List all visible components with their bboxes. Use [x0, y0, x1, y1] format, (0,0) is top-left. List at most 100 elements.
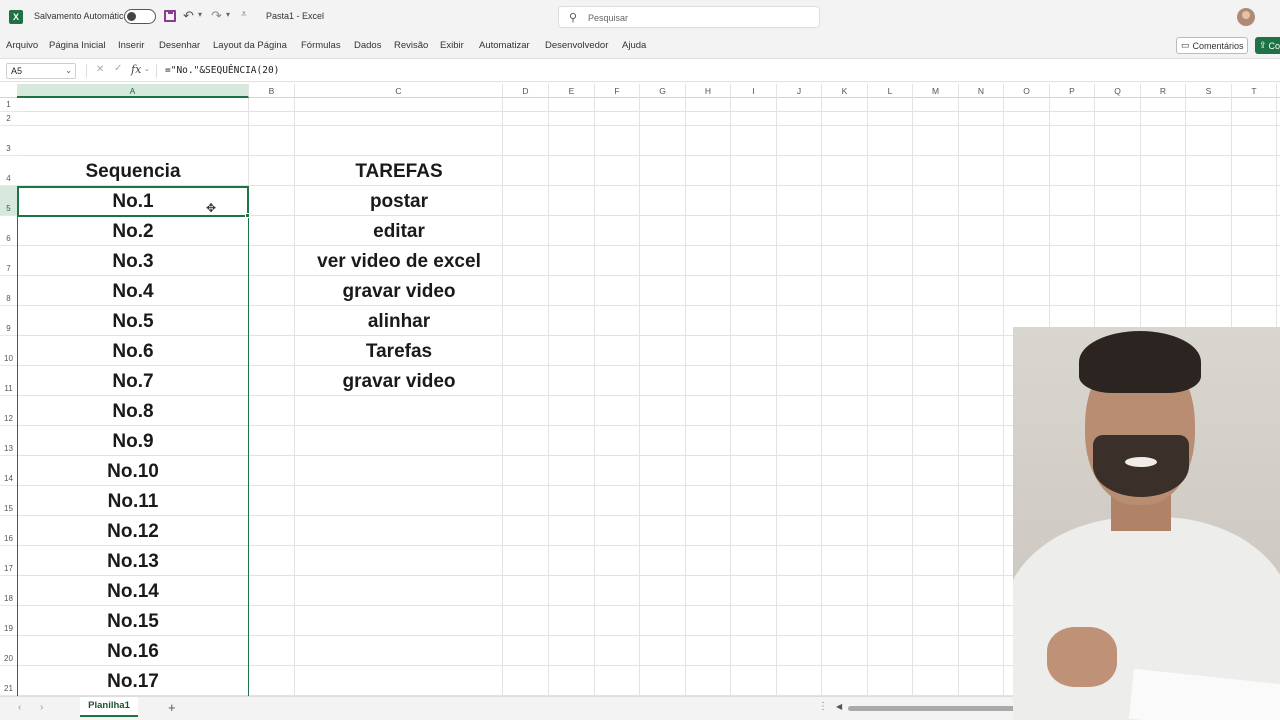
row-header-3[interactable]: 3	[0, 126, 17, 156]
tab-revisao[interactable]: Revisão	[394, 40, 428, 51]
selection-range	[17, 186, 249, 696]
cell-c5[interactable]: postar	[295, 191, 503, 215]
comments-button[interactable]: ▭ Comentários	[1176, 37, 1248, 54]
row-header-5[interactable]: 5	[0, 186, 17, 216]
customize-quick-access-icon[interactable]: ⩡	[241, 9, 247, 20]
column-header-p[interactable]: P	[1050, 84, 1095, 98]
column-header-g[interactable]: G	[640, 84, 686, 98]
name-box[interactable]: A5 ⌄	[6, 63, 76, 79]
column-header-f[interactable]: F	[595, 84, 640, 98]
column-header-s[interactable]: S	[1186, 84, 1232, 98]
column-header-d[interactable]: D	[503, 84, 549, 98]
row-header-14[interactable]: 14	[0, 456, 17, 486]
redo-dropdown-icon[interactable]: ▾	[226, 10, 230, 19]
fill-handle[interactable]	[245, 213, 250, 218]
sheet-tab-planilha1[interactable]: Planilha1	[80, 697, 138, 717]
add-sheet-icon[interactable]: +	[168, 700, 176, 715]
ribbon-tabs: Arquivo Página Inicial Inserir Desenhar …	[0, 34, 1280, 58]
column-header-o[interactable]: O	[1004, 84, 1050, 98]
gridline-vertical	[730, 98, 731, 696]
more-options-icon[interactable]: ⋮	[818, 701, 828, 712]
autosave-toggle[interactable]	[124, 9, 156, 24]
chevron-right-icon[interactable]: ›	[40, 702, 43, 713]
horizontal-scrollbar[interactable]	[848, 706, 1018, 711]
row-header-8[interactable]: 8	[0, 276, 17, 306]
search-box[interactable]: ⚲ Pesquisar	[558, 6, 820, 28]
row-header-10[interactable]: 10	[0, 336, 17, 366]
row-header-11[interactable]: 11	[0, 366, 17, 396]
tab-desenvolvedor[interactable]: Desenvolvedor	[545, 40, 608, 51]
column-header-e[interactable]: E	[549, 84, 595, 98]
tab-desenhar[interactable]: Desenhar	[159, 40, 200, 51]
scroll-left-icon[interactable]: ◀	[836, 702, 842, 711]
row-header-12[interactable]: 12	[0, 396, 17, 426]
tab-exibir[interactable]: Exibir	[440, 40, 464, 51]
tab-automatizar[interactable]: Automatizar	[479, 40, 530, 51]
gridline-vertical	[821, 98, 822, 696]
cell-c6[interactable]: editar	[295, 221, 503, 245]
cell-c8[interactable]: gravar video	[295, 281, 503, 305]
column-header-r[interactable]: R	[1141, 84, 1186, 98]
formula-input[interactable]: ="No."&SEQUÊNCIA(20)	[165, 65, 279, 76]
row-header-1[interactable]: 1	[0, 98, 17, 112]
tab-dados[interactable]: Dados	[354, 40, 381, 51]
name-box-value: A5	[11, 66, 23, 76]
row-header-18[interactable]: 18	[0, 576, 17, 606]
column-header-h[interactable]: H	[686, 84, 731, 98]
row-header-7[interactable]: 7	[0, 246, 17, 276]
row-header-15[interactable]: 15	[0, 486, 17, 516]
row-header-2[interactable]: 2	[0, 112, 17, 126]
cancel-icon[interactable]: ✕	[96, 64, 104, 75]
move-cursor-icon: ✥	[206, 201, 217, 215]
tab-arquivo[interactable]: Arquivo	[6, 40, 38, 51]
cell-c4[interactable]: TAREFAS	[295, 161, 503, 185]
row-header-19[interactable]: 19	[0, 606, 17, 636]
column-header-j[interactable]: J	[777, 84, 822, 98]
insert-function-icon[interactable]: fx	[131, 63, 141, 76]
tab-inserir[interactable]: Inserir	[118, 40, 144, 51]
cell-c10[interactable]: Tarefas	[295, 341, 503, 365]
row-header-21[interactable]: 21	[0, 666, 17, 696]
row-header-17[interactable]: 17	[0, 546, 17, 576]
cell-a4[interactable]: Sequencia	[17, 161, 249, 185]
column-header-b[interactable]: B	[249, 84, 295, 98]
cell-c11[interactable]: gravar video	[295, 371, 503, 395]
column-header-c[interactable]: C	[295, 84, 503, 98]
share-button[interactable]: ⇪ Co	[1255, 37, 1280, 54]
cell-c9[interactable]: alinhar	[295, 311, 503, 335]
cell-c7[interactable]: ver video de excel	[295, 251, 503, 275]
column-header-i[interactable]: I	[731, 84, 777, 98]
gridline-vertical	[685, 98, 686, 696]
formula-bar: A5 ⌄ ✕ ✓ fx ⌄ ="No."&SEQUÊNCIA(20)	[0, 58, 1280, 82]
row-number: 7	[6, 264, 11, 273]
column-header-t[interactable]: T	[1232, 84, 1277, 98]
redo-icon[interactable]: ↷	[211, 8, 222, 24]
row-number: 9	[6, 324, 11, 333]
tab-pagina-inicial[interactable]: Página Inicial	[49, 40, 106, 51]
row-header-9[interactable]: 9	[0, 306, 17, 336]
column-header-a[interactable]: A	[17, 84, 249, 98]
undo-icon[interactable]: ↶	[183, 8, 194, 24]
autosave-label: Salvamento Automático	[34, 11, 129, 21]
row-header-6[interactable]: 6	[0, 216, 17, 246]
column-header-m[interactable]: M	[913, 84, 959, 98]
tab-layout-da-pagina[interactable]: Layout da Página	[213, 40, 287, 51]
column-header-l[interactable]: L	[868, 84, 913, 98]
column-header-q[interactable]: Q	[1095, 84, 1141, 98]
row-header-13[interactable]: 13	[0, 426, 17, 456]
undo-dropdown-icon[interactable]: ▾	[198, 10, 202, 19]
tab-ajuda[interactable]: Ajuda	[622, 40, 646, 51]
tab-formulas[interactable]: Fórmulas	[301, 40, 341, 51]
chevron-down-icon[interactable]: ⌄	[144, 65, 150, 73]
column-header-n[interactable]: N	[959, 84, 1004, 98]
row-header-4[interactable]: 4	[0, 156, 17, 186]
row-header-16[interactable]: 16	[0, 516, 17, 546]
row-number: 19	[4, 624, 13, 633]
row-header-20[interactable]: 20	[0, 636, 17, 666]
save-icon[interactable]	[164, 10, 176, 22]
column-header-k[interactable]: K	[822, 84, 868, 98]
check-icon[interactable]: ✓	[114, 63, 122, 74]
avatar[interactable]	[1237, 8, 1255, 26]
chevron-left-icon[interactable]: ‹	[18, 702, 21, 713]
chevron-down-icon[interactable]: ⌄	[65, 64, 72, 78]
